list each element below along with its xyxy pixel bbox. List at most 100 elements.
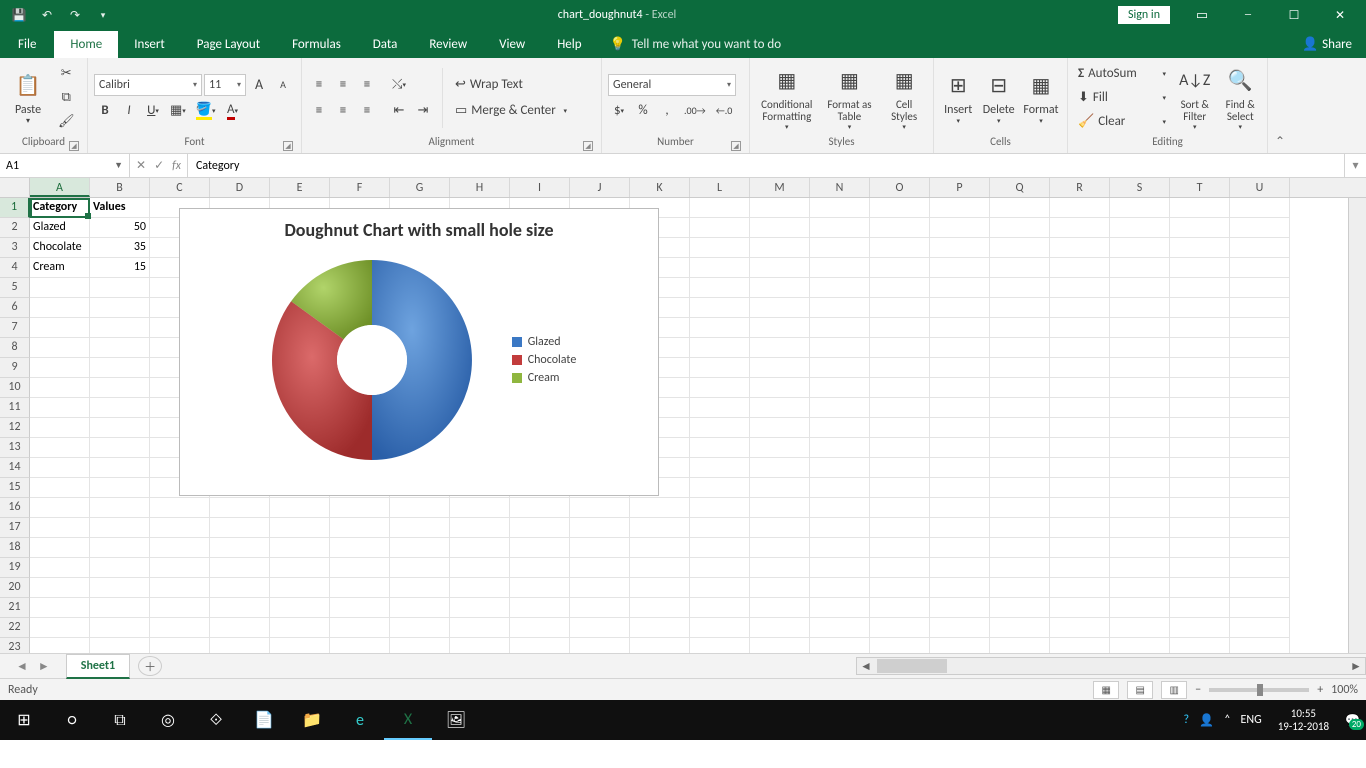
cell-E23[interactable] [270,638,330,653]
cell-C16[interactable] [150,498,210,518]
cell-T10[interactable] [1170,378,1230,398]
row-header-12[interactable]: 12 [0,418,30,438]
cell-R15[interactable] [1050,478,1110,498]
cell-U4[interactable] [1230,258,1290,278]
number-dialog-icon[interactable]: ◢ [731,141,741,151]
cell-J17[interactable] [570,518,630,538]
cell-B1[interactable]: Values [90,198,150,218]
cell-M14[interactable] [750,458,810,478]
sheet-nav-prev-icon[interactable]: ◄ [16,659,28,674]
cell-A22[interactable] [30,618,90,638]
row-header-7[interactable]: 7 [0,318,30,338]
cell-U16[interactable] [1230,498,1290,518]
cell-L11[interactable] [690,398,750,418]
cell-styles-button[interactable]: ▦Cell Styles▾ [881,63,927,133]
percent-format-icon[interactable]: % [632,100,654,122]
cell-R13[interactable] [1050,438,1110,458]
cell-N11[interactable] [810,398,870,418]
cell-O2[interactable] [870,218,930,238]
scroll-left-icon[interactable]: ◄ [857,659,875,674]
cell-H20[interactable] [450,578,510,598]
cell-S3[interactable] [1110,238,1170,258]
maximize-icon[interactable]: ☐ [1272,1,1316,29]
cell-Q11[interactable] [990,398,1050,418]
cell-R11[interactable] [1050,398,1110,418]
cell-T5[interactable] [1170,278,1230,298]
redo-icon[interactable]: ↷ [62,3,88,27]
cell-S4[interactable] [1110,258,1170,278]
cell-D18[interactable] [210,538,270,558]
cell-N7[interactable] [810,318,870,338]
cell-O8[interactable] [870,338,930,358]
cell-N3[interactable] [810,238,870,258]
cell-I21[interactable] [510,598,570,618]
cell-L22[interactable] [690,618,750,638]
expand-formula-bar-icon[interactable]: ▾ [1344,154,1366,177]
cell-R20[interactable] [1050,578,1110,598]
cell-D19[interactable] [210,558,270,578]
cell-O23[interactable] [870,638,930,653]
cell-M6[interactable] [750,298,810,318]
cell-N1[interactable] [810,198,870,218]
cell-O10[interactable] [870,378,930,398]
cell-B3[interactable]: 35 [90,238,150,258]
cell-N8[interactable] [810,338,870,358]
cell-R6[interactable] [1050,298,1110,318]
row-header-3[interactable]: 3 [0,238,30,258]
cell-L12[interactable] [690,418,750,438]
cell-B12[interactable] [90,418,150,438]
cell-S15[interactable] [1110,478,1170,498]
align-bottom-icon[interactable]: ≡ [356,74,378,96]
cell-C17[interactable] [150,518,210,538]
font-size-combo[interactable]: 11▾ [204,74,246,96]
cell-M3[interactable] [750,238,810,258]
undo-icon[interactable]: ↶ [34,3,60,27]
cell-B6[interactable] [90,298,150,318]
cell-U11[interactable] [1230,398,1290,418]
cell-U13[interactable] [1230,438,1290,458]
cell-S14[interactable] [1110,458,1170,478]
cell-L21[interactable] [690,598,750,618]
row-header-5[interactable]: 5 [0,278,30,298]
align-left-icon[interactable]: ≡ [308,100,330,122]
cell-N4[interactable] [810,258,870,278]
cell-E17[interactable] [270,518,330,538]
accept-formula-icon[interactable]: ✓ [154,158,164,173]
cell-K23[interactable] [630,638,690,653]
tab-page-layout[interactable]: Page Layout [181,31,276,58]
cell-Q10[interactable] [990,378,1050,398]
vertical-scrollbar[interactable] [1348,198,1366,653]
cell-P14[interactable] [930,458,990,478]
row-header-21[interactable]: 21 [0,598,30,618]
cell-D22[interactable] [210,618,270,638]
alignment-dialog-icon[interactable]: ◢ [583,141,593,151]
cell-T1[interactable] [1170,198,1230,218]
cell-I23[interactable] [510,638,570,653]
cell-T7[interactable] [1170,318,1230,338]
align-right-icon[interactable]: ≡ [356,100,378,122]
cell-M2[interactable] [750,218,810,238]
column-header-C[interactable]: C [150,178,210,197]
cell-N12[interactable] [810,418,870,438]
cell-R2[interactable] [1050,218,1110,238]
column-header-D[interactable]: D [210,178,270,197]
cell-A17[interactable] [30,518,90,538]
minimize-icon[interactable]: ─ [1226,1,1270,29]
cell-R4[interactable] [1050,258,1110,278]
tab-view[interactable]: View [483,31,541,58]
cell-O1[interactable] [870,198,930,218]
cell-M18[interactable] [750,538,810,558]
cell-T22[interactable] [1170,618,1230,638]
cell-P7[interactable] [930,318,990,338]
cell-R21[interactable] [1050,598,1110,618]
row-header-20[interactable]: 20 [0,578,30,598]
cell-H16[interactable] [450,498,510,518]
cell-S6[interactable] [1110,298,1170,318]
cell-E22[interactable] [270,618,330,638]
cell-L17[interactable] [690,518,750,538]
cell-M13[interactable] [750,438,810,458]
cell-F19[interactable] [330,558,390,578]
cell-L3[interactable] [690,238,750,258]
cell-T9[interactable] [1170,358,1230,378]
cell-Q21[interactable] [990,598,1050,618]
